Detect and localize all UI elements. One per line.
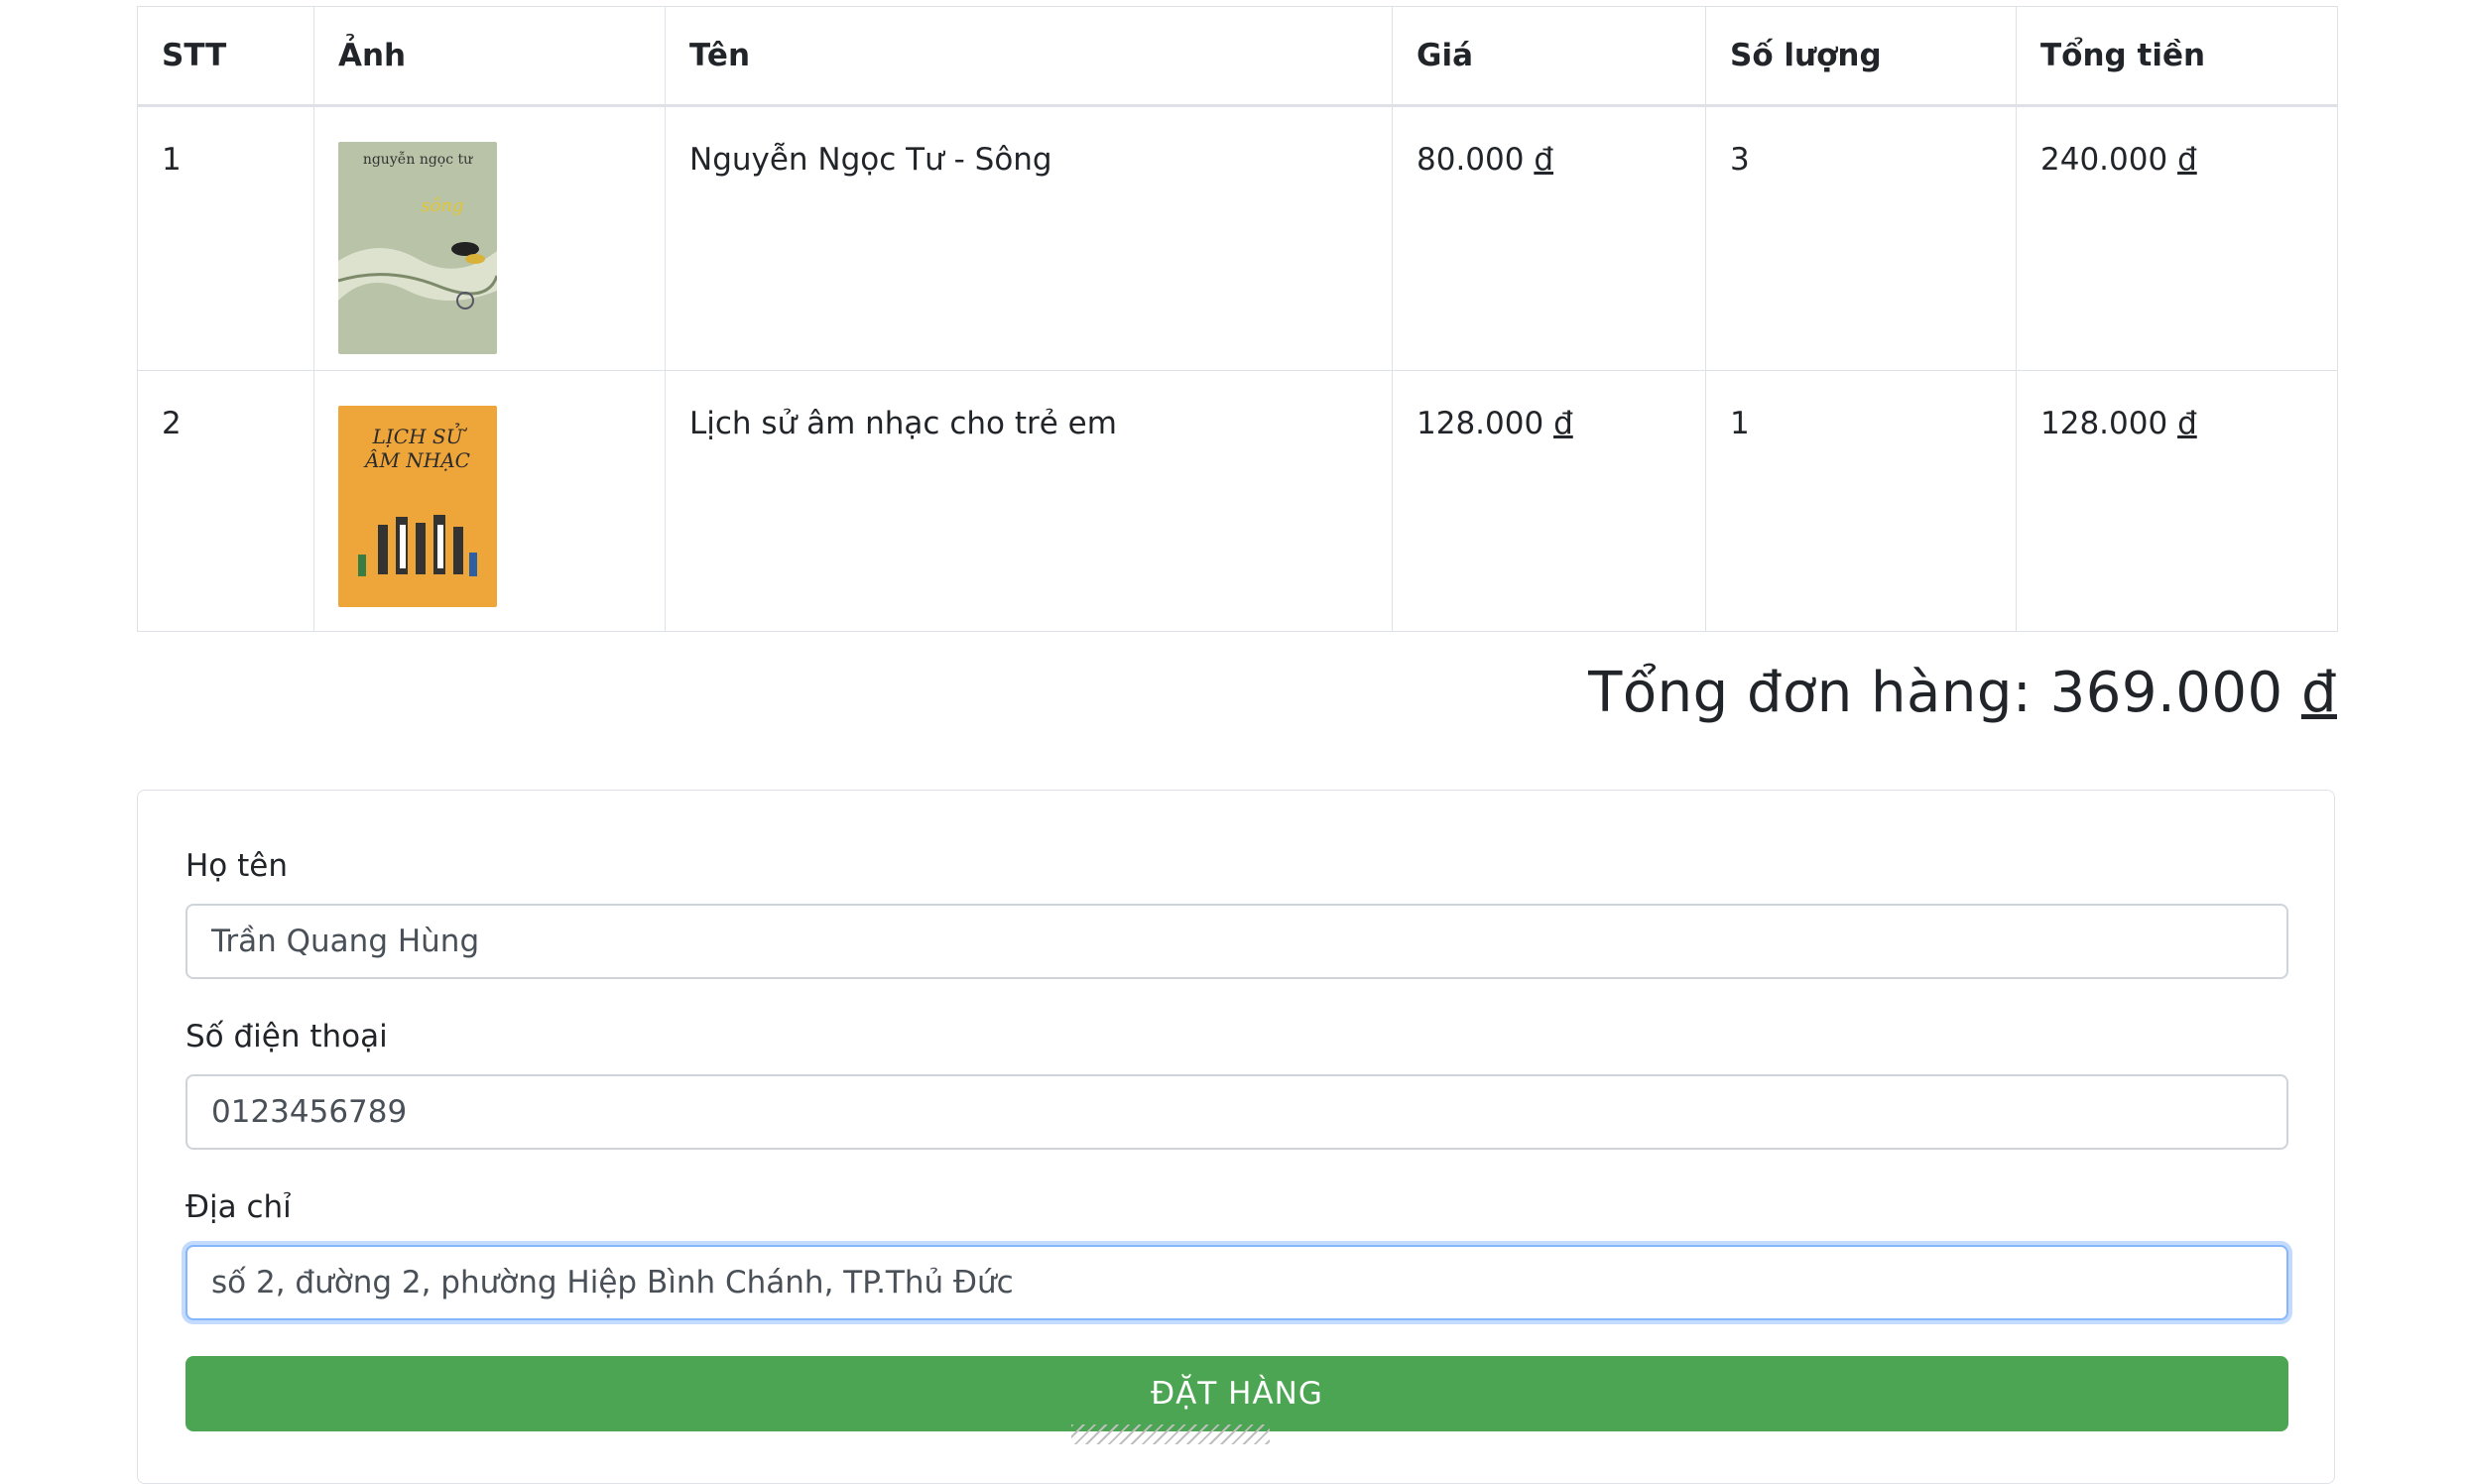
cell-image: LỊCH SỬ ÂM NHẠC [313, 370, 666, 632]
header-total: Tổng tiền [2016, 6, 2338, 107]
cell-price: 128.000 đ [1392, 370, 1706, 632]
header-quantity: Số lượng [1705, 6, 2017, 107]
table-header-row: STT Ảnh Tên Giá Số lượng Tổng tiền [137, 6, 2338, 107]
cell-stt: 2 [137, 370, 314, 632]
order-form: Họ tên Số điện thoại Địa chỉ ĐẶT HÀNG [137, 790, 2335, 1484]
cell-quantity: 1 [1705, 370, 2017, 632]
cell-total: 128.000 đ [2016, 370, 2338, 632]
cover-title: LỊCH SỬ [372, 422, 468, 448]
scroll-indicator [1071, 1424, 1270, 1444]
cover-subtitle: sông [421, 195, 463, 216]
order-total: Tổng đơn hàng: 369.000 đ [1588, 661, 2337, 725]
name-field[interactable] [185, 904, 2288, 979]
address-label: Địa chỉ [185, 1189, 292, 1225]
header-image: Ảnh [313, 6, 666, 107]
book-cover-image: nguyễn ngọc tư sông [338, 142, 497, 354]
cell-name: Nguyễn Ngọc Tư - Sông [665, 105, 1393, 371]
cover-subtitle: ÂM NHẠC [363, 448, 470, 472]
header-stt: STT [137, 6, 314, 107]
cell-name: Lịch sử âm nhạc cho trẻ em [665, 370, 1393, 632]
cover-title: nguyễn ngọc tư [363, 151, 473, 168]
cell-quantity: 3 [1705, 105, 2017, 371]
address-field[interactable] [185, 1245, 2288, 1320]
order-button[interactable]: ĐẶT HÀNG [185, 1356, 2288, 1431]
phone-field[interactable] [185, 1074, 2288, 1150]
cell-image: nguyễn ngọc tư sông [313, 105, 666, 371]
table-row: 1 nguyễn ngọc tư sông Nguyễn Ngọc Tư - S… [137, 105, 2338, 371]
table-row: 2 LỊCH SỬ ÂM NHẠC Lịch sử âm nhạc cho tr… [137, 370, 2338, 632]
header-name: Tên [665, 6, 1393, 107]
phone-label: Số điện thoại [185, 1019, 388, 1054]
cart-section: STT Ảnh Tên Giá Số lượng Tổng tiền 1 ngu… [137, 6, 2338, 1484]
book-cover-image: LỊCH SỬ ÂM NHẠC [338, 406, 497, 607]
cell-price: 80.000 đ [1392, 105, 1706, 371]
cell-stt: 1 [137, 105, 314, 371]
cart-table: STT Ảnh Tên Giá Số lượng Tổng tiền 1 ngu… [137, 6, 2338, 632]
header-price: Giá [1392, 6, 1706, 107]
cell-total: 240.000 đ [2016, 105, 2338, 371]
name-label: Họ tên [185, 848, 289, 884]
